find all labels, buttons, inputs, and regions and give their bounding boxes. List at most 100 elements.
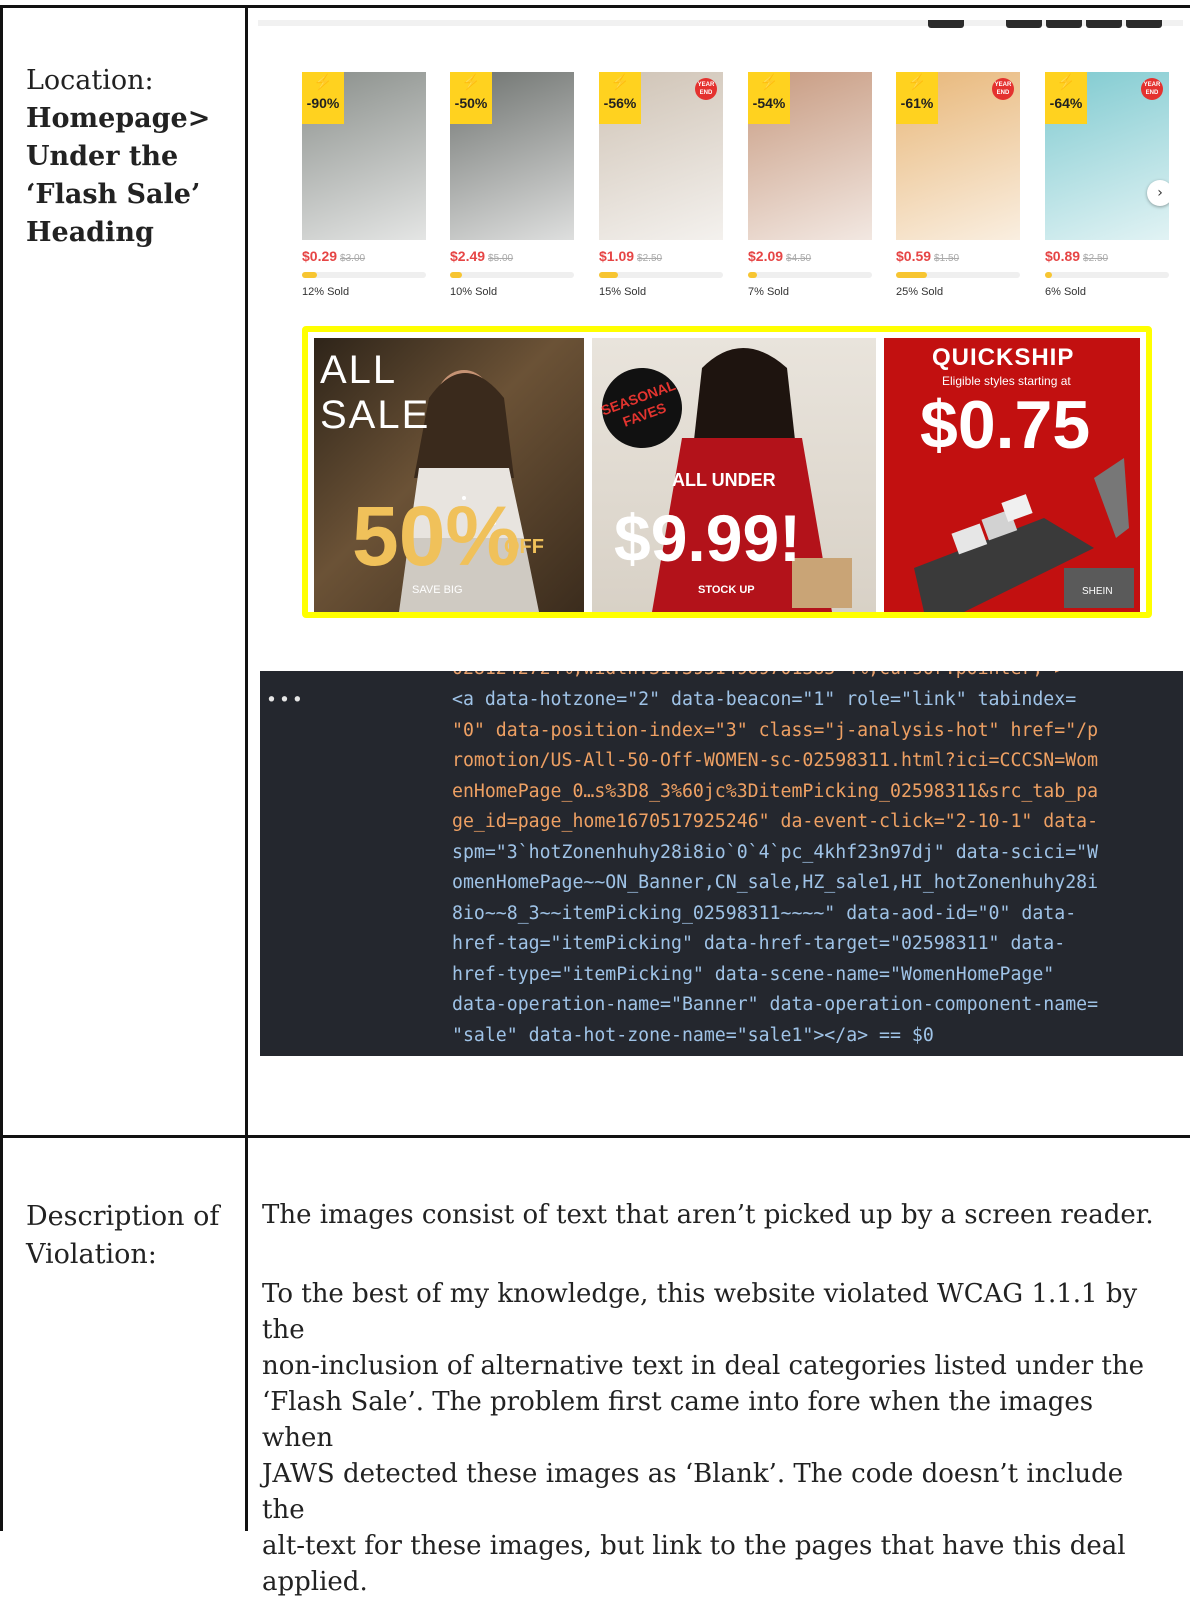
flash-sale-product[interactable]: ⚡ -50% $2.49 $5.00 10% Sold [450, 72, 574, 298]
lightning-icon: ⚡ [759, 74, 779, 91]
pager-dot-5[interactable] [1126, 20, 1162, 28]
current-price: $0.29 [302, 248, 338, 264]
flash-discount-badge: ⚡ -54% [748, 72, 790, 124]
flash-sale-product[interactable]: ⚡ -90% $0.29 $3.00 12% Sold [302, 72, 426, 298]
discount-text: -61% [900, 95, 934, 111]
sold-text: 15% Sold [599, 286, 647, 298]
description-label-2: Violation: [26, 1239, 157, 1270]
location-label: Location: Homepage> Under the ‘Flash Sal… [26, 62, 226, 252]
sold-progress-bar [450, 272, 574, 278]
sold-progress-fill [896, 272, 927, 278]
original-price: $1.50 [934, 253, 960, 264]
table-left-border [0, 5, 3, 1531]
code-line: spm="3`hotZonenhuhy28i8io`0`4`pc_4khf23n… [452, 841, 1099, 863]
banner1-top-text: ALL SALE [320, 348, 431, 437]
pager-dot-4[interactable] [1086, 20, 1122, 28]
sold-text: 12% Sold [302, 286, 350, 298]
product-image[interactable]: ⚡ -61% YEAR END [896, 72, 1020, 240]
banner2-cta: STOCK UP [698, 584, 755, 596]
year-end-badge: YEAR END [1141, 78, 1163, 100]
flash-discount-badge: ⚡ -61% [896, 72, 938, 124]
seasonal-tag-text: SEASONAL FAVES [598, 376, 678, 430]
product-image[interactable]: ⚡ -56% YEAR END [599, 72, 723, 240]
flash-discount-badge: ⚡ -90% [302, 72, 344, 124]
flash-sale-product[interactable]: ⚡ -61% YEAR END $0.59 $1.50 25% Sold [896, 72, 1020, 298]
shein-logo: SHEIN [1082, 586, 1113, 597]
product-image[interactable]: ⚡ -90% [302, 72, 426, 240]
product-image[interactable]: ⚡ -64% YEAR END › [1045, 72, 1169, 240]
banner1-big-text: 50% [352, 489, 521, 583]
sold-text: 10% Sold [450, 286, 498, 298]
sold-progress-fill [302, 272, 317, 278]
lightning-icon: ⚡ [907, 74, 927, 91]
flash-discount-badge: ⚡ -56% [599, 72, 641, 124]
banner2-top-text: ALL UNDER [672, 470, 776, 490]
description-label-1: Description of [26, 1201, 220, 1232]
code-cut-line: 0281242724%,width:31.39314989701383 4%,c… [452, 671, 1065, 685]
desc-line-3: ‘Flash Sale’. The problem first came int… [262, 1387, 1094, 1453]
flash-sale-product[interactable]: ⚡ -64% YEAR END › $0.89 $2.50 6% Sold [1045, 72, 1169, 298]
location-path-3: ‘Flash Sale’ [26, 179, 201, 210]
discount-text: -56% [603, 95, 637, 111]
sold-progress-fill [599, 272, 618, 278]
code-line: href-tag="itemPicking" data-href-target=… [452, 933, 1066, 954]
next-arrow-icon[interactable]: › [1147, 180, 1169, 206]
flash-sale-screenshot: ⚡ -90% $0.29 $3.00 12% Sold ⚡ -50% $2.49 $5.00 10… [258, 20, 1183, 630]
promo-banners-highlight: ALL SALE 50% OFF SAVE BIG SEASONAL FAVES… [302, 326, 1152, 618]
pager-dot-3[interactable] [1046, 20, 1082, 28]
desc-line-1: To the best of my knowledge, this websit… [262, 1279, 1138, 1345]
sold-progress-fill [748, 272, 757, 278]
product-price: $2.09 $4.50 [748, 248, 872, 264]
code-line: ge_id=page_home1670517925246" da-event-c… [452, 811, 1099, 832]
banner3-big-text: $0.75 [920, 387, 1091, 463]
product-price: $0.89 $2.50 [1045, 248, 1169, 264]
desc-line-4: JAWS detected these images as ‘Blank’. T… [262, 1459, 1124, 1525]
lightning-icon: ⚡ [461, 74, 481, 91]
original-price: $2.50 [1083, 253, 1109, 264]
code-body: <a data-hotzone="2" data-beacon="1" role… [452, 685, 1182, 1051]
sold-text: 6% Sold [1045, 286, 1086, 298]
pager-dot-2[interactable] [1006, 20, 1042, 28]
desc-line-5: alt-text for these images, but link to t… [262, 1531, 1126, 1561]
desc-line-2: non-inclusion of alternative text in dea… [262, 1351, 1144, 1381]
sold-progress-bar [896, 272, 1020, 278]
current-price: $0.59 [896, 248, 932, 264]
sold-progress-fill [450, 272, 462, 278]
product-price: $1.09 $2.50 [599, 248, 723, 264]
original-price: $3.00 [340, 253, 366, 264]
product-image[interactable]: ⚡ -50% [450, 72, 574, 240]
banner-quickship[interactable]: QUICKSHIP Eligible styles starting at $0… [884, 338, 1140, 612]
flash-sale-product[interactable]: ⚡ -56% YEAR END $1.09 $2.50 15% Sold [599, 72, 723, 298]
sold-text: 7% Sold [748, 286, 789, 298]
banner1-off-text: OFF [504, 536, 544, 558]
discount-text: -50% [454, 95, 488, 111]
pager-dot-1[interactable] [928, 20, 964, 28]
original-price: $4.50 [786, 253, 812, 264]
product-price: $2.49 $5.00 [450, 248, 574, 264]
table-column-divider [245, 5, 248, 1531]
sold-progress-bar [302, 272, 426, 278]
code-line: data-operation-name="Banner" data-operat… [452, 994, 1099, 1015]
discount-text: -54% [752, 95, 786, 111]
current-price: $1.09 [599, 248, 635, 264]
discount-text: -64% [1049, 95, 1083, 111]
banner-seasonal-faves[interactable]: SEASONAL FAVES ALL UNDER $9.99! STOCK UP [592, 338, 876, 612]
current-price: $0.89 [1045, 248, 1081, 264]
product-price: $0.59 $1.50 [896, 248, 1020, 264]
location-title: Location: [26, 65, 154, 96]
table-top-border [0, 5, 1190, 8]
banner3-title: QUICKSHIP [932, 344, 1075, 371]
section-top-strip [258, 20, 1183, 26]
product-image[interactable]: ⚡ -54% [748, 72, 872, 240]
original-price: $2.50 [637, 253, 663, 264]
code-line: href-type="itemPicking" data-scene-name=… [452, 963, 1055, 985]
lightning-icon: ⚡ [1056, 74, 1076, 91]
current-price: $2.09 [748, 248, 784, 264]
description-paragraph-2: To the best of my knowledge, this websit… [262, 1276, 1162, 1600]
lightning-icon: ⚡ [313, 74, 333, 91]
original-price: $5.00 [488, 253, 514, 264]
flash-sale-product[interactable]: ⚡ -54% $2.09 $4.50 7% Sold [748, 72, 872, 298]
banner2-big-text: $9.99! [614, 501, 802, 575]
banner-all-sale[interactable]: ALL SALE 50% OFF SAVE BIG [314, 338, 584, 612]
sold-text: 25% Sold [896, 286, 944, 298]
